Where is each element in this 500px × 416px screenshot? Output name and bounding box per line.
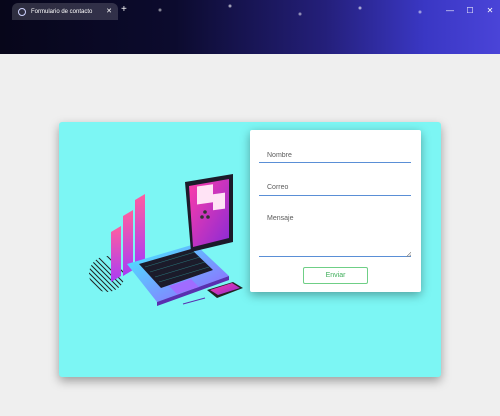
page-content: Enviar xyxy=(0,54,500,416)
name-input[interactable] xyxy=(259,148,411,163)
email-input[interactable] xyxy=(259,180,411,196)
tab-title: Formulario de contacto xyxy=(31,8,93,15)
browser-chrome: Formulario de contacto ✕ + — ☐ ✕ xyxy=(0,0,500,54)
maximize-button[interactable]: ☐ xyxy=(460,0,480,20)
close-window-button[interactable]: ✕ xyxy=(480,0,500,20)
contact-card: Enviar xyxy=(59,122,441,377)
new-tab-button[interactable]: + xyxy=(121,4,127,16)
submit-button[interactable]: Enviar xyxy=(303,267,368,284)
window-controls: — ☐ ✕ xyxy=(440,0,500,20)
laptop-illustration xyxy=(89,174,243,306)
globe-icon xyxy=(18,7,26,16)
tab-bar: Formulario de contacto ✕ + — ☐ ✕ xyxy=(0,0,500,20)
tab-contact-form[interactable]: Formulario de contacto ✕ xyxy=(12,3,118,20)
tab-close-icon[interactable]: ✕ xyxy=(106,8,112,15)
message-textarea[interactable] xyxy=(259,212,411,257)
minimize-button[interactable]: — xyxy=(440,0,460,20)
contact-form: Enviar xyxy=(250,130,421,292)
resize-grip-icon[interactable] xyxy=(406,252,411,257)
